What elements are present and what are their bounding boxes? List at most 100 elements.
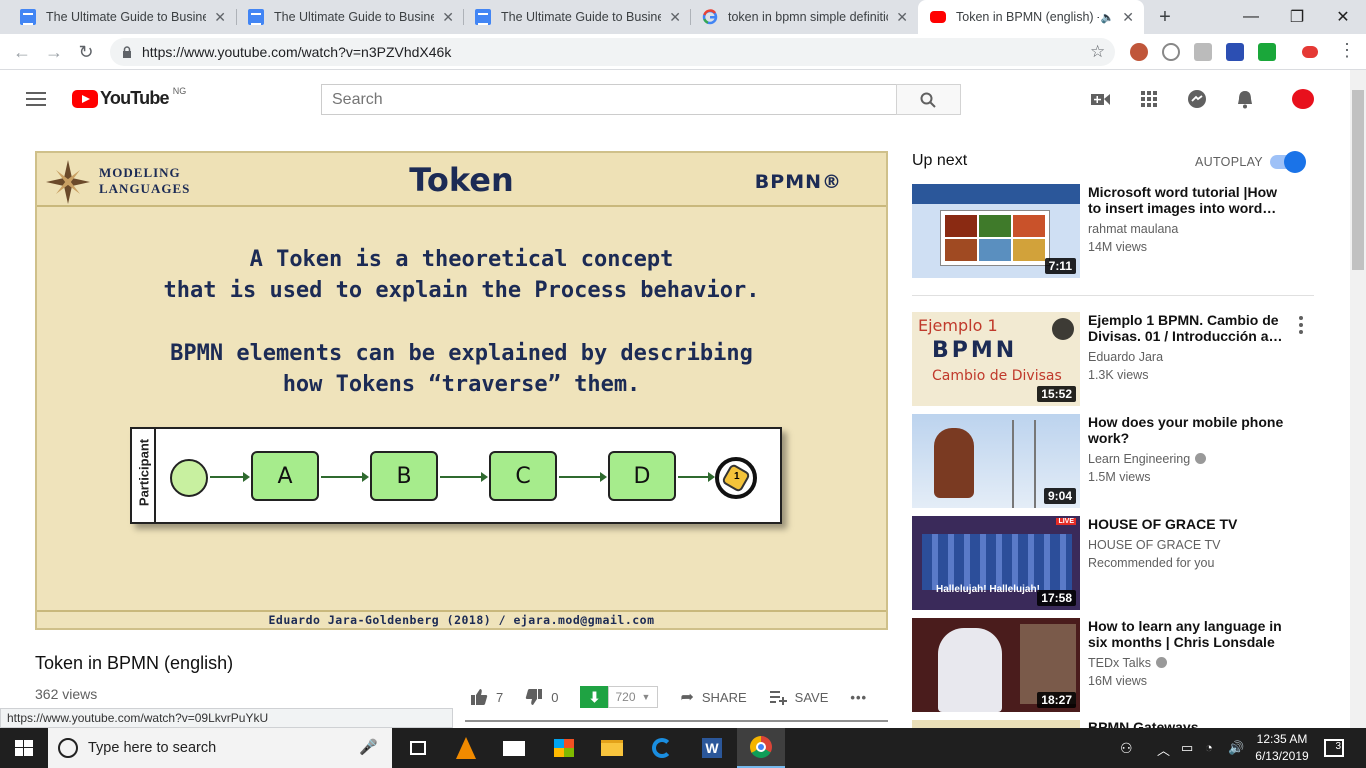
battery-icon[interactable]: ▭ — [1181, 740, 1193, 756]
minimize-window-button[interactable]: — — [1228, 0, 1274, 34]
suggested-video-3[interactable]: 9:04 How does your mobile phone work? Le… — [912, 414, 1322, 508]
microphone-icon[interactable]: 🎤 — [359, 738, 378, 756]
google-docs-icon — [475, 9, 491, 25]
word-icon[interactable]: W — [688, 728, 736, 768]
video-title[interactable]: HOUSE OF GRACE TV — [1088, 516, 1288, 532]
extension-cloud-icon[interactable] — [1162, 43, 1180, 61]
video-thumbnail[interactable]: Ejemplo 1 BPMN Cambio de Divisas 15:52 — [912, 312, 1080, 406]
audio-playing-icon[interactable]: 🔈 — [1101, 11, 1115, 24]
channel-name[interactable]: TEDx Talks — [1088, 656, 1288, 670]
youtube-logo[interactable]: YouTube NG — [72, 86, 186, 109]
share-button[interactable]: ➦ SHARE — [680, 687, 746, 707]
messages-icon[interactable] — [1186, 89, 1208, 109]
edge-browser-icon[interactable] — [638, 728, 686, 768]
browser-tab-5-active[interactable]: Token in BPMN (english) - 🔈 ✕ — [918, 0, 1144, 34]
close-tab-icon[interactable]: ✕ — [669, 9, 681, 26]
task-view-icon[interactable] — [394, 728, 442, 768]
video-thumbnail[interactable]: 18:27 — [912, 618, 1080, 712]
video-thumbnail[interactable]: 7:11 — [912, 184, 1080, 278]
people-icon[interactable]: ⚇ — [1120, 740, 1133, 757]
file-explorer-icon[interactable] — [588, 728, 636, 768]
extension-badge-icon[interactable] — [1130, 43, 1148, 61]
taskbar-search-box[interactable]: Type here to search 🎤 — [48, 728, 392, 768]
show-hidden-icons-chevron-icon[interactable]: ︿ — [1157, 740, 1170, 759]
extension-check-icon[interactable] — [1258, 43, 1276, 61]
pool-lane: Participant — [132, 429, 156, 522]
suggested-video-4[interactable]: LIVE Hallelujah! Hallelujah! 17:58 HOUSE… — [912, 516, 1322, 610]
search-button[interactable] — [896, 84, 961, 115]
video-options-kebab-icon[interactable] — [1298, 316, 1304, 334]
clock-date: 6/13/2019 — [1255, 749, 1309, 763]
close-tab-icon[interactable]: ✕ — [442, 9, 454, 26]
video-title[interactable]: How does your mobile phone work? — [1088, 414, 1288, 446]
download-quality-select[interactable]: 720 ▼ — [608, 686, 659, 708]
channel-name[interactable]: HOUSE OF GRACE TV — [1088, 538, 1288, 552]
bookmark-star-icon[interactable]: ☆ — [1090, 42, 1105, 62]
channel-name[interactable]: rahmat maulana — [1088, 222, 1288, 236]
view-count: 14M views — [1088, 240, 1148, 254]
suggested-video-2[interactable]: Ejemplo 1 BPMN Cambio de Divisas 15:52 E… — [912, 312, 1322, 406]
video-thumbnail[interactable]: 9:04 — [912, 414, 1080, 508]
video-title[interactable]: Microsoft word tutorial |How to insert i… — [1088, 184, 1288, 216]
new-tab-button[interactable]: + — [1142, 0, 1188, 34]
suggested-video-1[interactable]: 7:11 Microsoft word tutorial |How to ins… — [912, 184, 1322, 278]
browser-tab-4[interactable]: token in bpmn simple definitio ✕ — [690, 0, 918, 34]
vlc-icon[interactable] — [442, 728, 490, 768]
thumb-caption-3: Cambio de Divisas — [932, 368, 1062, 384]
save-label: SAVE — [794, 689, 829, 705]
slide-header: Modeling Languages Token BPMN® — [37, 153, 886, 207]
action-center-icon[interactable]: 3 — [1324, 739, 1344, 757]
suggested-video-5[interactable]: 18:27 How to learn any language in six m… — [912, 618, 1322, 712]
suggested-video-6-title[interactable]: BPMN Gateways — [1088, 719, 1198, 728]
like-button[interactable]: 7 — [470, 688, 503, 706]
autoplay-toggle[interactable] — [1270, 151, 1306, 173]
volume-icon[interactable]: 🔊 — [1228, 740, 1244, 756]
apps-grid-icon[interactable] — [1138, 89, 1160, 109]
create-video-icon[interactable] — [1090, 89, 1112, 109]
scrollbar-thumb[interactable] — [1352, 90, 1364, 270]
notifications-bell-icon[interactable] — [1234, 89, 1256, 109]
lock-icon — [123, 46, 131, 58]
video-title[interactable]: Ejemplo 1 BPMN. Cambio de Divisas. 01 / … — [1088, 312, 1288, 344]
extension-reader-icon[interactable] — [1194, 43, 1212, 61]
suggested-video-6-thumbnail[interactable] — [912, 720, 1080, 728]
mail-icon[interactable] — [490, 728, 538, 768]
lane-label: Participant — [136, 438, 152, 507]
close-tab-icon[interactable]: ✕ — [1122, 9, 1134, 26]
search-input[interactable] — [321, 84, 897, 115]
browser-tab-2[interactable]: The Ultimate Guide to Business ✕ — [236, 0, 464, 34]
video-player[interactable]: Modeling Languages Token BPMN® A Token i… — [35, 151, 888, 630]
chrome-taskbar-icon[interactable] — [737, 728, 785, 768]
browser-tab-3[interactable]: The Ultimate Guide to Business ✕ — [463, 0, 691, 34]
close-tab-icon[interactable]: ✕ — [214, 9, 226, 26]
close-tab-icon[interactable]: ✕ — [896, 9, 908, 26]
account-avatar[interactable] — [1292, 89, 1314, 109]
browser-tab-1[interactable]: The Ultimate Guide to Business ✕ — [8, 0, 236, 34]
channel-name[interactable]: Learn Engineering — [1088, 452, 1288, 466]
channel-name[interactable]: Eduardo Jara — [1088, 350, 1288, 364]
windows-start-icon[interactable] — [15, 740, 33, 756]
watch-later-clock-icon[interactable] — [1052, 318, 1074, 340]
menu-hamburger-icon[interactable] — [26, 92, 46, 106]
address-bar[interactable]: https://www.youtube.com/watch?v=n3PZVhdX… — [110, 38, 1115, 66]
close-window-button[interactable]: ✕ — [1320, 0, 1366, 34]
save-button[interactable]: SAVE — [769, 688, 829, 706]
video-title[interactable]: How to learn any language in six months … — [1088, 618, 1288, 650]
system-clock[interactable]: 12:35 AM 6/13/2019 — [1252, 731, 1312, 765]
forward-button[interactable]: → — [42, 40, 66, 64]
reload-button[interactable]: ↻ — [74, 40, 98, 64]
wifi-icon[interactable]: ◔ — [1205, 740, 1213, 755]
video-thumbnail[interactable]: LIVE Hallelujah! Hallelujah! 17:58 — [912, 516, 1080, 610]
dislike-button[interactable]: 0 — [525, 688, 558, 706]
restore-window-button[interactable]: ❐ — [1274, 0, 1320, 34]
up-next-heading: Up next — [912, 152, 968, 169]
thumb-cell-tower — [1012, 420, 1036, 508]
chrome-menu-icon[interactable]: ⋮ — [1338, 40, 1356, 61]
extension-translate-icon[interactable] — [1226, 43, 1244, 61]
back-button[interactable]: ← — [10, 40, 34, 64]
download-button[interactable]: ⬇ — [580, 686, 609, 708]
more-actions-icon[interactable]: ••• — [850, 690, 867, 705]
youtube-favicon-icon — [930, 11, 946, 23]
store-icon[interactable] — [540, 728, 588, 768]
extension-record-icon[interactable] — [1302, 46, 1318, 58]
